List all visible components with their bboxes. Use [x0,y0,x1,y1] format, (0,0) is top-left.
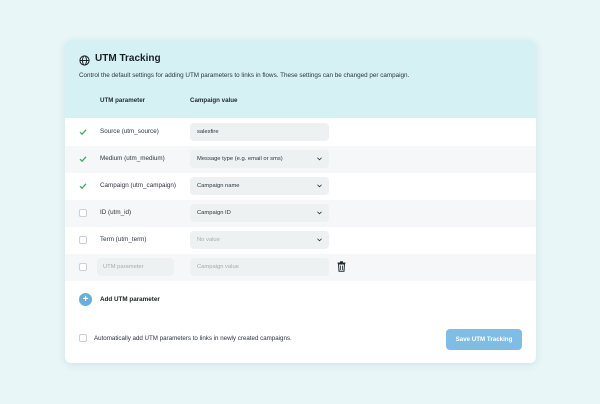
page-title: UTM Tracking [95,53,161,64]
add-utm-parameter-button[interactable]: + Add UTM parameter [79,293,160,306]
chevron-down-icon [317,157,322,161]
save-utm-tracking-button[interactable]: Save UTM Tracking [446,329,522,350]
select-value: Campaign ID [197,210,231,216]
id-checkbox[interactable] [79,209,87,217]
auto-add-option: Automatically add UTM parameters to link… [79,334,292,342]
plus-icon: + [79,293,92,306]
utm-row-campaign: Campaign (utm_campaign) Campaign name [65,173,536,200]
chevron-down-icon [317,238,322,242]
chevron-down-icon [317,184,322,188]
add-parameter-label: Add UTM parameter [100,296,160,303]
title-row: UTM Tracking [79,53,161,66]
column-header-value: Campaign value [190,97,238,104]
medium-checkbox[interactable] [79,155,87,163]
utm-row-term: Term (utm_term) No value [65,227,536,254]
source-checkbox[interactable] [79,128,87,136]
select-value: Message type (e.g. email or sms) [197,156,283,162]
description: Control the default settings for adding … [79,72,410,79]
term-value-select[interactable]: No value [190,231,329,249]
custom-value-input[interactable]: Campaign value [190,258,329,276]
auto-add-checkbox[interactable] [79,334,87,342]
param-label: Term (utm_term) [100,236,147,243]
chevron-down-icon [317,211,322,215]
source-value-input[interactable]: salesfire [190,123,329,141]
trash-icon[interactable] [337,261,346,272]
globe-icon [79,53,90,66]
term-checkbox[interactable] [79,236,87,244]
campaign-checkbox[interactable] [79,182,87,190]
param-label: ID (utm_id) [100,209,132,216]
auto-add-label: Automatically add UTM parameters to link… [94,334,292,342]
check-icon [79,129,87,136]
select-value: No value [197,237,220,243]
utm-row-source: Source (utm_source) salesfire [65,119,536,146]
id-value-select[interactable]: Campaign ID [190,204,329,222]
utm-row-id: ID (utm_id) Campaign ID [65,200,536,227]
utm-row-medium: Medium (utm_medium) Message type (e.g. e… [65,146,536,173]
utm-tracking-card: UTM Tracking Control the default setting… [65,40,536,363]
param-label: Medium (utm_medium) [100,155,165,162]
custom-parameter-input[interactable]: UTM parameter [97,258,174,276]
column-header-parameter: UTM parameter [100,97,146,104]
select-value: Campaign name [197,183,240,189]
campaign-value-select[interactable]: Campaign name [190,177,329,195]
utm-row-custom: UTM parameter Campaign value [65,254,536,281]
param-label: Campaign (utm_campaign) [100,182,176,189]
card-header [65,40,536,118]
medium-value-select[interactable]: Message type (e.g. email or sms) [190,150,329,168]
param-label: Source (utm_source) [100,128,159,135]
custom-checkbox[interactable] [79,263,87,271]
